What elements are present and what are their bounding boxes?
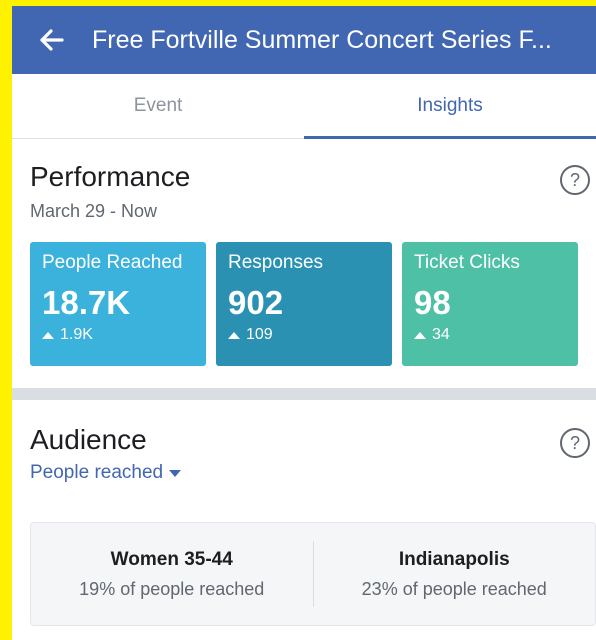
section-divider <box>12 388 596 400</box>
metric-card-ticket-clicks[interactable]: Ticket Clicks 98 34 <box>402 242 578 366</box>
audience-item: Women 35-44 19% of people reached <box>31 523 313 625</box>
back-arrow-icon[interactable] <box>38 26 66 54</box>
audience-summary: Women 35-44 19% of people reached Indian… <box>30 522 596 626</box>
date-range: March 29 - Now <box>30 201 158 221</box>
tab-event[interactable]: Event <box>12 74 304 138</box>
audience-item: Indianapolis 23% of people reached <box>314 523 596 625</box>
metric-label: Responses <box>228 252 324 273</box>
metric-card-responses[interactable]: Responses 902 109 <box>216 242 392 366</box>
performance-section: Performance ? March 29 - Now People Reac… <box>12 139 596 366</box>
audience-title: Audience <box>30 424 147 455</box>
app-bar: Free Fortville Summer Concert Series F..… <box>12 6 596 74</box>
up-arrow-icon <box>414 331 426 339</box>
metric-card-people-reached[interactable]: People Reached 18.7K 1.9K <box>30 242 206 366</box>
metric-delta: 109 <box>228 326 380 344</box>
tab-bar: Event Insights <box>12 74 596 139</box>
audience-filter-dropdown[interactable]: People reached <box>30 462 182 484</box>
metric-delta: 34 <box>414 326 566 344</box>
audience-section: Audience ? People reached <box>12 400 596 484</box>
metric-value: 18.7K <box>42 284 131 321</box>
audience-item-detail: 19% of people reached <box>79 578 265 599</box>
metric-cards: People Reached 18.7K 1.9K Responses 902 … <box>30 242 578 366</box>
metric-value: 902 <box>228 284 284 321</box>
chevron-down-icon <box>169 469 182 477</box>
event-title: Free Fortville Summer Concert Series F..… <box>92 25 552 54</box>
tab-insights[interactable]: Insights <box>304 74 596 139</box>
metric-label: Ticket Clicks <box>414 252 520 273</box>
audience-filter-label: People reached <box>30 462 164 483</box>
metric-label: People Reached <box>42 252 183 273</box>
up-arrow-icon <box>228 331 240 339</box>
audience-item-name: Indianapolis <box>398 548 510 570</box>
metric-value: 98 <box>414 284 451 321</box>
up-arrow-icon <box>42 331 54 339</box>
metric-delta-value: 109 <box>246 326 273 343</box>
metric-delta: 1.9K <box>42 326 194 344</box>
help-icon[interactable]: ? <box>560 428 590 458</box>
metric-delta-value: 34 <box>432 326 450 343</box>
help-icon[interactable]: ? <box>560 165 590 195</box>
performance-title: Performance <box>30 161 191 192</box>
audience-item-name: Women 35-44 <box>110 548 233 570</box>
app-screen: Free Fortville Summer Concert Series F..… <box>12 6 596 640</box>
audience-item-detail: 23% of people reached <box>361 578 547 599</box>
metric-delta-value: 1.9K <box>60 326 93 343</box>
